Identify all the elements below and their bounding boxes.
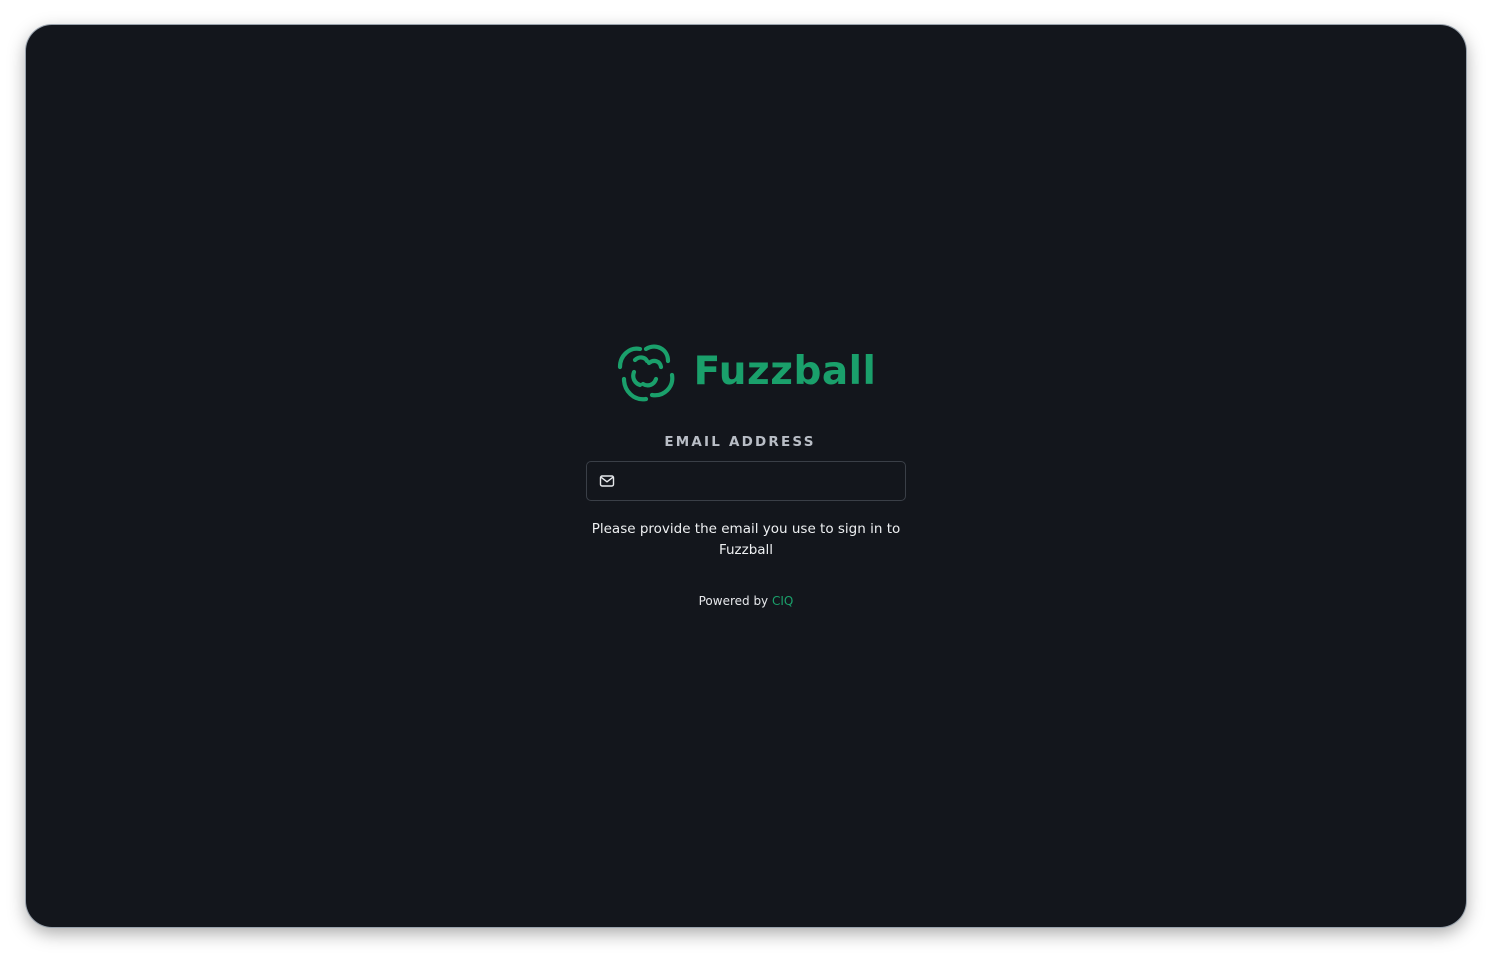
ciq-link[interactable]: CIQ [772,594,793,608]
email-help-text: Please provide the email you use to sign… [591,521,901,558]
pinwheel-logo-icon [617,344,674,402]
brand-name: Fuzzball [693,349,877,394]
login-panel: Fuzzball EMAIL ADDRESS Please provide th… [586,341,906,609]
email-field[interactable] [586,461,906,501]
powered-by-prefix: Powered by [698,594,769,608]
email-input[interactable] [623,463,905,499]
email-label: EMAIL ADDRESS [664,434,816,450]
brand-header: Fuzzball [616,341,877,403]
app-window: Fuzzball EMAIL ADDRESS Please provide th… [26,25,1466,927]
mail-icon [599,475,615,487]
powered-by: Powered by CIQ [699,593,794,609]
